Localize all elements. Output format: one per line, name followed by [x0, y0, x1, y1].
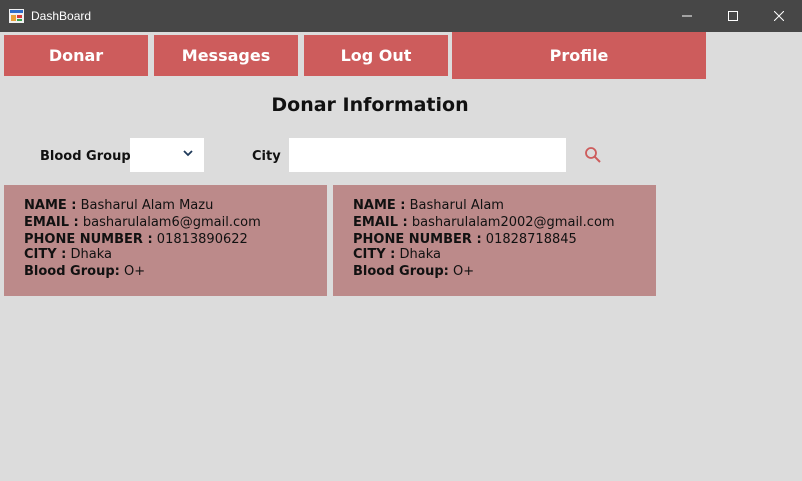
donar-nav-button[interactable]: Donar	[4, 35, 148, 76]
phone-field-label: PHONE NUMBER :	[24, 232, 153, 247]
name-field-label: NAME :	[24, 198, 77, 213]
blood-group-field-label: Blood Group:	[24, 264, 120, 279]
donor-name-row: NAME : Basharul Alam Mazu	[24, 198, 213, 213]
donor-card: NAME : Basharul Alam Mazu EMAIL : bashar…	[4, 185, 327, 296]
email-field-label: EMAIL :	[24, 215, 79, 230]
donor-phone: 01813890622	[156, 232, 248, 247]
donor-blood-group-row: Blood Group: O+	[24, 264, 145, 279]
blood-group-select[interactable]	[130, 138, 204, 172]
logout-nav-button[interactable]: Log Out	[304, 35, 448, 76]
donor-name: Basharul Alam Mazu	[80, 198, 214, 213]
page-title: Donar Information	[271, 94, 469, 116]
close-icon	[774, 11, 784, 21]
window-title: DashBoard	[31, 9, 92, 23]
phone-field-label: PHONE NUMBER :	[353, 232, 482, 247]
city-field-label: CITY :	[353, 247, 396, 262]
messages-nav-button[interactable]: Messages	[154, 35, 298, 76]
maximize-button[interactable]	[710, 0, 756, 32]
blood-group-field-label: Blood Group:	[353, 264, 449, 279]
minimize-button[interactable]	[664, 0, 710, 32]
maximize-icon	[728, 11, 738, 21]
donor-card: NAME : Basharul Alam EMAIL : basharulala…	[333, 185, 656, 296]
profile-nav-button[interactable]: Profile	[452, 32, 706, 79]
donor-city-row: CITY : Dhaka	[24, 247, 112, 262]
donor-email: basharulalam2002@gmail.com	[411, 215, 615, 230]
donor-name: Basharul Alam	[409, 198, 504, 213]
name-field-label: NAME :	[353, 198, 406, 213]
donor-phone: 01828718845	[485, 232, 577, 247]
email-field-label: EMAIL :	[353, 215, 408, 230]
dashboard-app-icon	[9, 9, 24, 23]
search-button[interactable]	[584, 146, 602, 164]
chevron-down-icon	[183, 150, 193, 157]
city-input[interactable]	[289, 138, 566, 172]
donor-name-row: NAME : Basharul Alam	[353, 198, 504, 213]
search-icon	[585, 147, 601, 163]
close-button[interactable]	[756, 0, 802, 32]
minimize-icon	[682, 15, 692, 17]
donor-email-row: EMAIL : basharulalam2002@gmail.com	[353, 215, 615, 230]
donor-city: Dhaka	[399, 247, 442, 262]
donor-city-row: CITY : Dhaka	[353, 247, 441, 262]
blood-group-label: Blood Group	[40, 149, 131, 164]
donor-email: basharulalam6@gmail.com	[82, 215, 261, 230]
donor-phone-row: PHONE NUMBER : 01813890622	[24, 232, 248, 247]
donor-blood-group: O+	[123, 264, 146, 279]
donor-blood-group-row: Blood Group: O+	[353, 264, 474, 279]
city-field-label: CITY :	[24, 247, 67, 262]
city-label: City	[252, 149, 281, 164]
donor-email-row: EMAIL : basharulalam6@gmail.com	[24, 215, 261, 230]
window-titlebar: DashBoard	[0, 0, 802, 32]
donor-phone-row: PHONE NUMBER : 01828718845	[353, 232, 577, 247]
donor-city: Dhaka	[70, 247, 113, 262]
donor-blood-group: O+	[452, 264, 475, 279]
